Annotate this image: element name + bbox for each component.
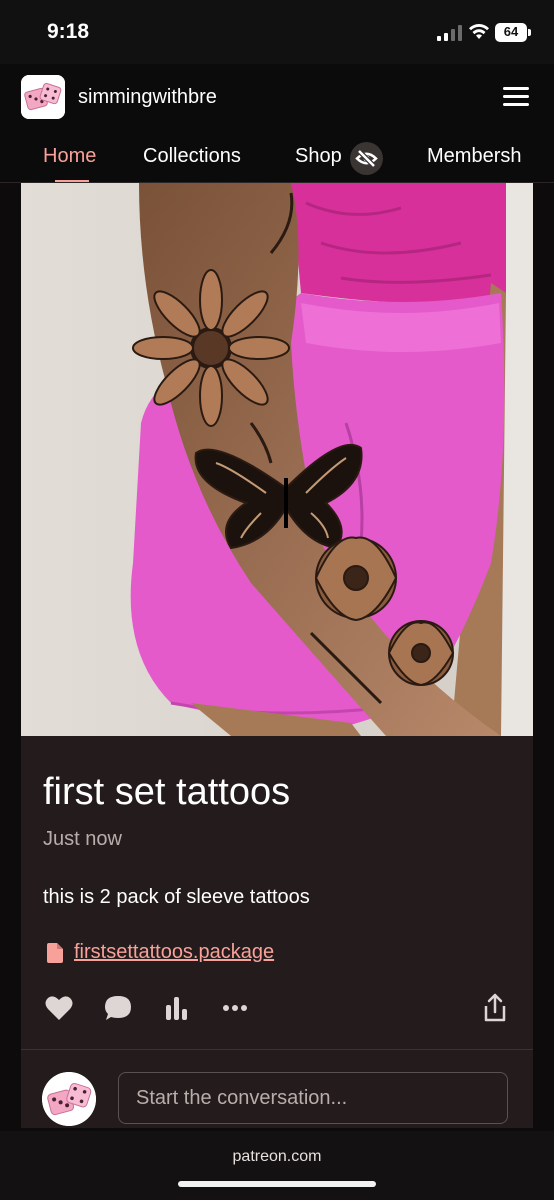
comment-icon[interactable] bbox=[103, 993, 133, 1023]
more-options-icon[interactable] bbox=[220, 993, 250, 1023]
creator-avatar[interactable] bbox=[21, 75, 65, 119]
hidden-eye-icon bbox=[350, 142, 383, 175]
heart-icon[interactable] bbox=[44, 993, 74, 1023]
cellular-signal-icon bbox=[437, 25, 462, 41]
dice-logo-icon bbox=[21, 75, 65, 119]
tab-collections[interactable]: Collections bbox=[143, 145, 241, 168]
post-card: first set tattoos Just now this is 2 pac… bbox=[21, 183, 533, 1128]
creator-name[interactable]: simmingwithbre bbox=[78, 86, 217, 109]
status-bar: 9:18 64 bbox=[0, 0, 554, 64]
tattoo-sleeve-photo bbox=[21, 183, 533, 736]
url-bar[interactable]: patreon.com bbox=[0, 1148, 554, 1166]
post-actions bbox=[21, 993, 533, 1033]
battery-icon: 64 bbox=[495, 23, 531, 42]
tab-membership[interactable]: Membersh bbox=[427, 145, 521, 168]
user-avatar[interactable] bbox=[42, 1072, 96, 1126]
share-icon[interactable] bbox=[480, 993, 510, 1023]
post-image[interactable] bbox=[21, 183, 533, 736]
dice-avatar-icon bbox=[42, 1072, 96, 1126]
hamburger-menu-icon[interactable] bbox=[503, 87, 529, 107]
tab-home[interactable]: Home bbox=[43, 145, 96, 168]
home-indicator[interactable] bbox=[178, 1181, 376, 1187]
poll-stats-icon[interactable] bbox=[162, 993, 192, 1023]
divider bbox=[21, 1049, 533, 1050]
wifi-icon bbox=[469, 23, 489, 39]
attachment-link[interactable]: firstsettattoos.package bbox=[74, 941, 274, 964]
file-icon bbox=[47, 943, 63, 963]
clock: 9:18 bbox=[47, 20, 90, 43]
post-timestamp: Just now bbox=[43, 828, 122, 850]
active-tab-indicator bbox=[55, 180, 89, 182]
post-title: first set tattoos bbox=[43, 771, 291, 813]
tab-shop[interactable]: Shop bbox=[295, 145, 342, 168]
battery-level: 64 bbox=[503, 24, 519, 39]
comment-input[interactable] bbox=[118, 1072, 508, 1124]
browser-bottom-bar: patreon.com bbox=[0, 1131, 554, 1200]
post-description: this is 2 pack of sleeve tattoos bbox=[43, 886, 310, 908]
creator-tabs: Home Collections Shop Membersh bbox=[0, 142, 554, 182]
creator-header: simmingwithbre Home Collections Shop Mem… bbox=[0, 64, 554, 183]
